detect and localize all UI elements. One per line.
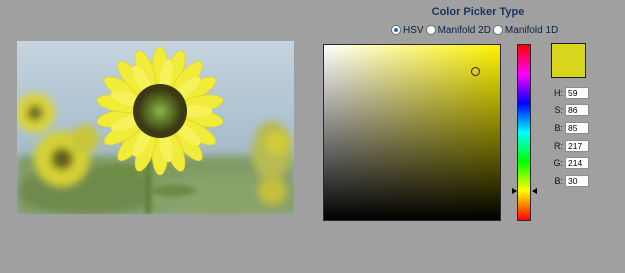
picker-type-radio-group: HSV Manifold 2D Manifold 1D: [391, 23, 560, 37]
radio-manifold-1d[interactable]: Manifold 1D: [492, 24, 559, 36]
sv-selector-handle[interactable]: [471, 67, 481, 77]
saturation-brightness-square[interactable]: [323, 44, 501, 221]
hue-input[interactable]: [565, 86, 589, 99]
radio-hsv-circle[interactable]: [391, 25, 401, 35]
red-label: R:: [554, 140, 563, 151]
hue-marker-right-icon[interactable]: [532, 188, 537, 194]
saturation-input[interactable]: [565, 104, 589, 117]
hue-marker-left-icon[interactable]: [512, 188, 517, 194]
field-row-b: B:: [547, 119, 589, 137]
color-value-fields: H: S: B: R: G: B:: [547, 84, 589, 190]
radio-manifold-2d[interactable]: Manifold 2D: [425, 24, 491, 36]
radio-manifold-2d-label: Manifold 2D: [437, 24, 491, 36]
blue-label: B:: [554, 175, 563, 186]
green-input[interactable]: [565, 157, 589, 170]
sunflower-photo: [17, 41, 294, 214]
radio-manifold-1d-circle[interactable]: [492, 25, 503, 35]
green-label: G:: [553, 158, 563, 169]
radio-hsv-label: HSV: [403, 24, 424, 36]
hue-slider[interactable]: [517, 44, 531, 221]
hue-label: H:: [554, 87, 563, 98]
field-row-b2: B:: [547, 172, 589, 190]
brightness-input[interactable]: [565, 121, 589, 134]
radio-manifold-2d-circle[interactable]: [425, 25, 436, 35]
saturation-label: S:: [554, 105, 563, 116]
red-input[interactable]: [565, 139, 589, 152]
picker-type-title: Color Picker Type: [431, 6, 525, 18]
radio-hsv[interactable]: HSV: [391, 25, 424, 36]
field-row-r: R:: [547, 137, 589, 155]
color-swatch: [551, 43, 586, 78]
blue-input[interactable]: [565, 174, 589, 187]
radio-manifold-1d-label: Manifold 1D: [504, 24, 559, 36]
field-row-s: S:: [547, 102, 589, 120]
brightness-label: B:: [554, 122, 563, 133]
field-row-g: G:: [547, 154, 589, 172]
sunflower-image: [17, 41, 294, 214]
field-row-h: H:: [547, 84, 589, 102]
